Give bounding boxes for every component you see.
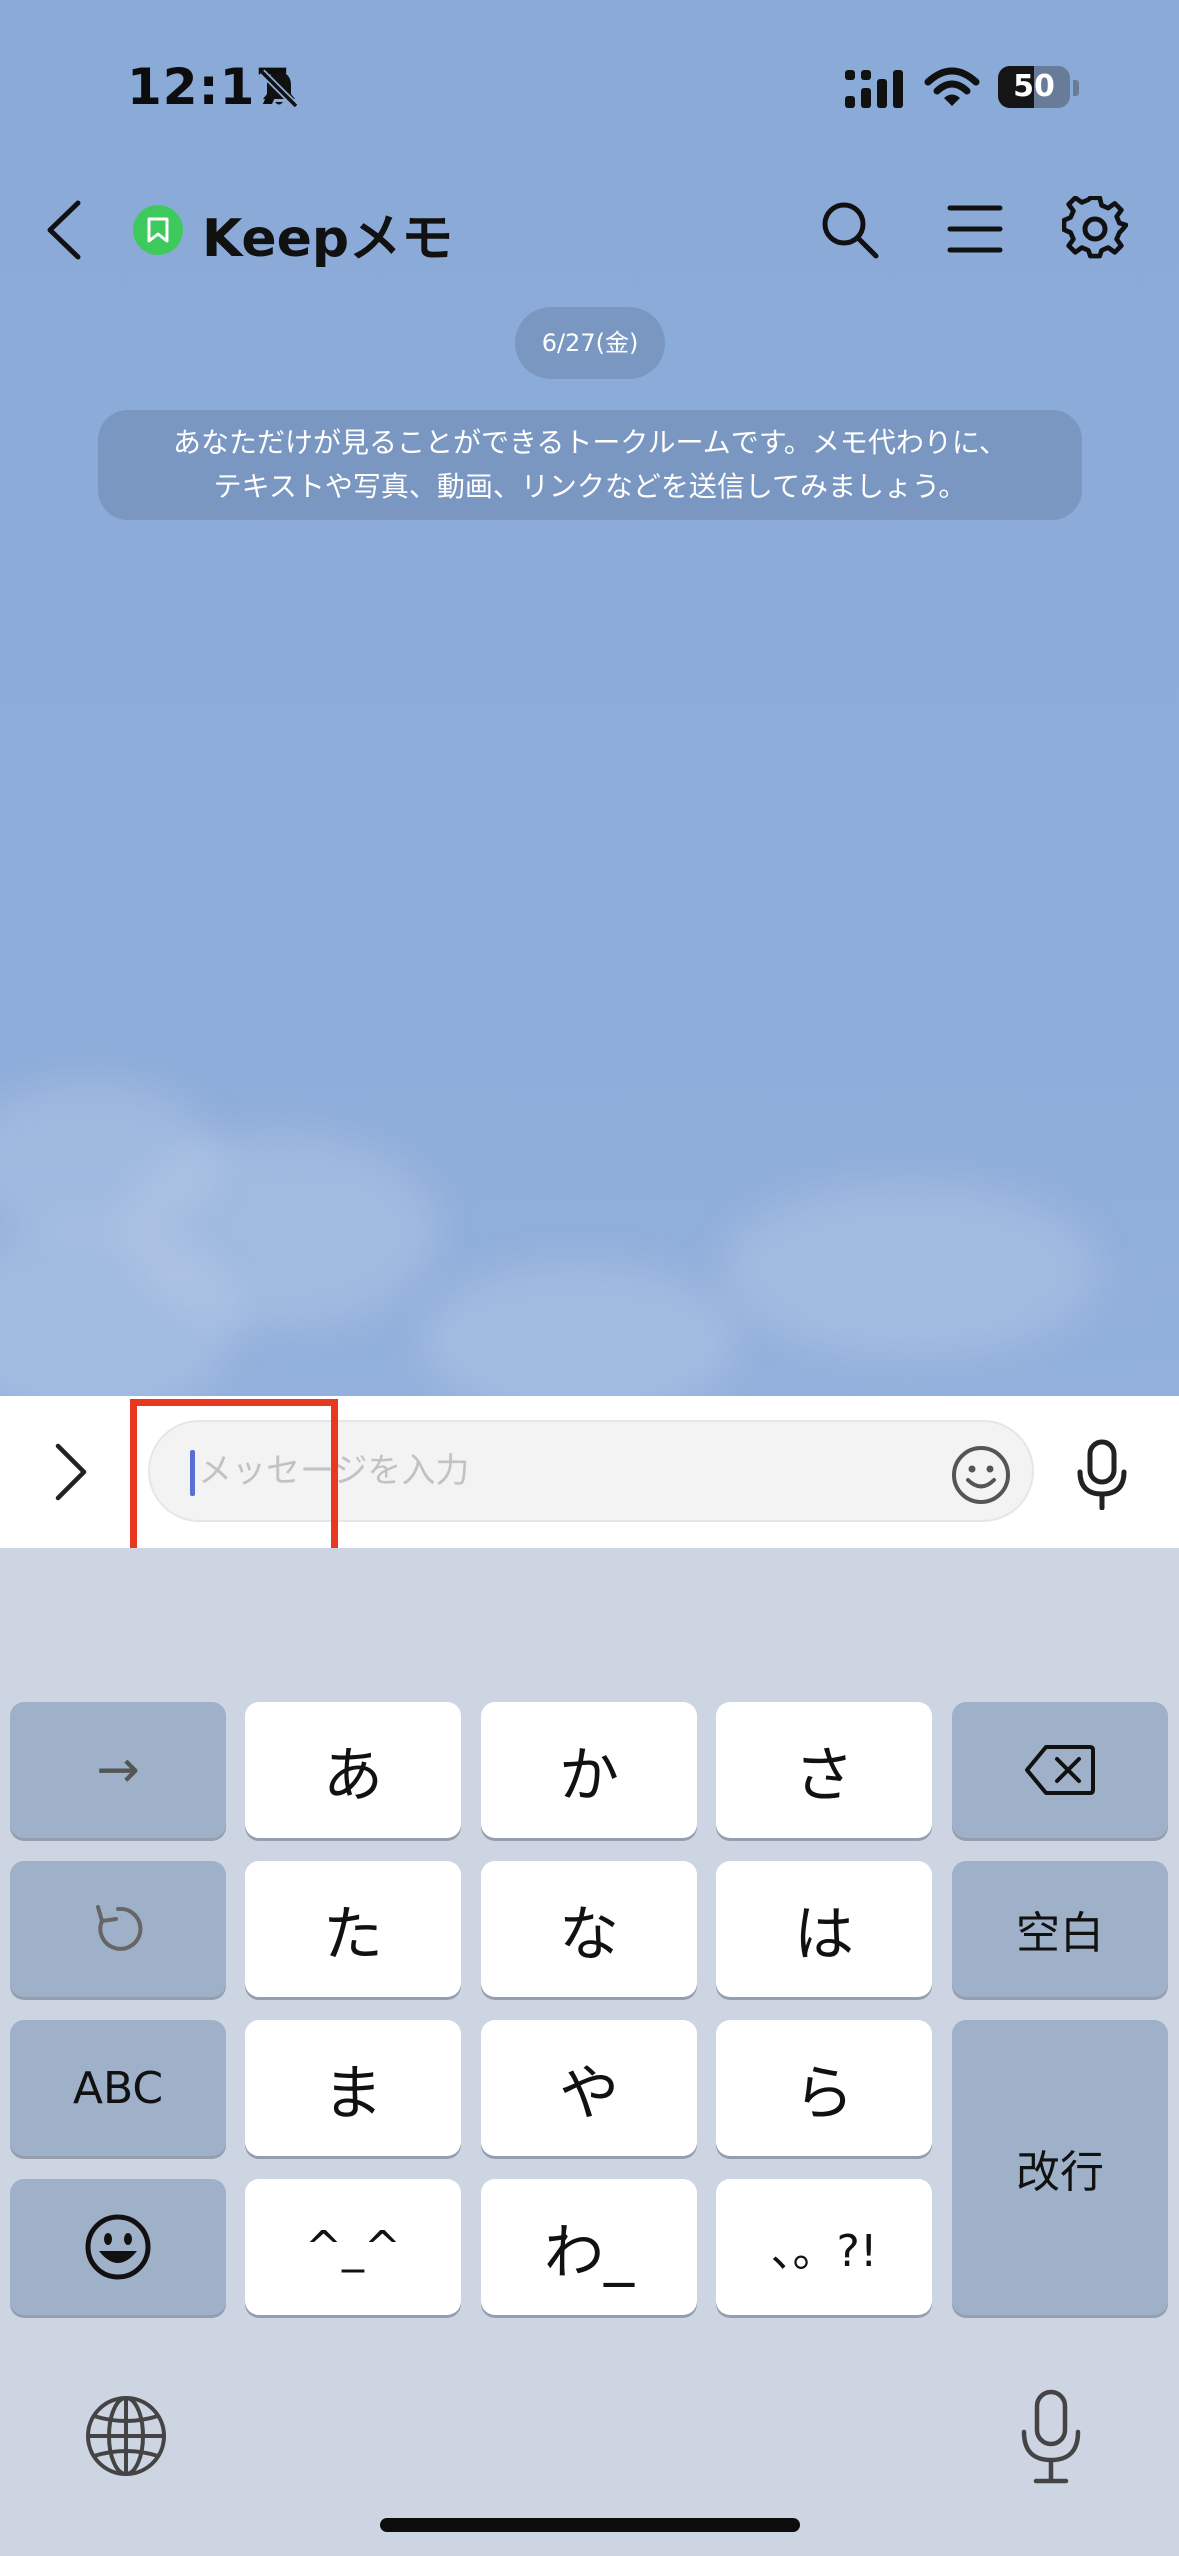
key-ya[interactable]: や [481, 2020, 697, 2156]
back-arrow-icon[interactable] [44, 199, 84, 261]
settings-gear-icon[interactable] [1062, 196, 1128, 262]
key-next-label: → [96, 1740, 140, 1800]
key-sa[interactable]: さ [716, 1702, 932, 1838]
expand-chevron-icon[interactable] [50, 1440, 90, 1504]
key-delete[interactable] [952, 1702, 1168, 1838]
message-input-placeholder: メッセージを入力 [198, 1451, 470, 1491]
key-next-arrow[interactable]: → [10, 1702, 226, 1838]
key-face-label: ^_^ [305, 2221, 401, 2273]
chat-header: Keepメモ [0, 170, 1179, 290]
key-na[interactable]: な [481, 1861, 697, 1997]
key-ra-label: ら [794, 2058, 854, 2129]
key-punctuation[interactable]: 、。?! [716, 2179, 932, 2315]
key-ma[interactable]: ま [245, 2020, 461, 2156]
key-enter[interactable]: 改行 [952, 2020, 1168, 2315]
wifi-icon [924, 67, 980, 106]
key-ha-label: は [794, 1899, 854, 1970]
battery-indicator: 50 [998, 66, 1070, 108]
system-message-line: あなただけが見ることができるトークルームです。メモ代わりに、 [172, 426, 1008, 459]
key-punctuation-label: 、。?! [770, 2226, 878, 2277]
key-ha[interactable]: は [716, 1861, 932, 1997]
home-indicator [380, 2518, 800, 2532]
key-ya-label: や [559, 2058, 619, 2129]
system-message: あなただけが見ることができるトークルームです。メモ代わりに、 テキストや写真、動… [98, 410, 1082, 520]
key-wa[interactable]: わ_ [481, 2179, 697, 2315]
chat-title: Keepメモ [202, 209, 454, 269]
battery-cap [1073, 80, 1079, 96]
emoji-icon[interactable] [950, 1444, 1012, 1506]
battery-level-text: 50 [1013, 69, 1055, 104]
keep-bookmark-icon [133, 205, 183, 255]
cellular-signal-icon [845, 70, 903, 108]
key-ka[interactable]: か [481, 1702, 697, 1838]
bell-muted-icon [259, 69, 299, 109]
dictation-microphone-icon[interactable] [1016, 2388, 1086, 2486]
key-ta[interactable]: た [245, 1861, 461, 1997]
key-na-label: な [559, 1899, 619, 1970]
text-cursor [190, 1450, 195, 1496]
menu-icon[interactable] [942, 196, 1008, 262]
globe-icon[interactable] [84, 2394, 168, 2478]
key-enter-label: 改行 [1016, 2146, 1104, 2198]
key-a-label: あ [323, 1740, 383, 1811]
message-input-bar: メッセージを入力 [0, 1396, 1179, 1548]
microphone-icon[interactable] [1072, 1438, 1132, 1510]
key-emoji[interactable] [10, 2179, 226, 2315]
search-icon[interactable] [816, 196, 882, 262]
key-space[interactable]: 空白 [952, 1861, 1168, 1997]
key-space-label: 空白 [1016, 1908, 1104, 1959]
delete-backspace-icon [1025, 1745, 1095, 1795]
undo-icon [96, 1905, 143, 1951]
key-sa-label: さ [794, 1740, 854, 1811]
key-ma-label: ま [323, 2058, 383, 2129]
key-face[interactable]: ^_^ [245, 2179, 461, 2315]
key-wa-label: わ_ [544, 2217, 634, 2288]
key-ta-label: た [323, 1899, 383, 1970]
japanese-kana-keyboard: → あ か さ た な は 空白 ABC ま や ら 改行 ^_^ わ_ 、。?… [0, 1548, 1179, 2556]
key-ra[interactable]: ら [716, 2020, 932, 2156]
key-ka-label: か [559, 1740, 619, 1811]
message-input[interactable]: メッセージを入力 [148, 1420, 1034, 1522]
key-abc-label: ABC [72, 2062, 164, 2114]
key-a[interactable]: あ [245, 1702, 461, 1838]
status-bar: 12:17 50 [0, 0, 1179, 170]
system-message-line: テキストや写真、動画、リンクなどを送信してみましょう。 [213, 470, 967, 503]
date-separator: 6/27(金) [515, 307, 665, 379]
key-abc[interactable]: ABC [10, 2020, 226, 2156]
key-undo[interactable] [10, 1861, 226, 1997]
emoji-keyboard-icon [85, 2214, 151, 2280]
